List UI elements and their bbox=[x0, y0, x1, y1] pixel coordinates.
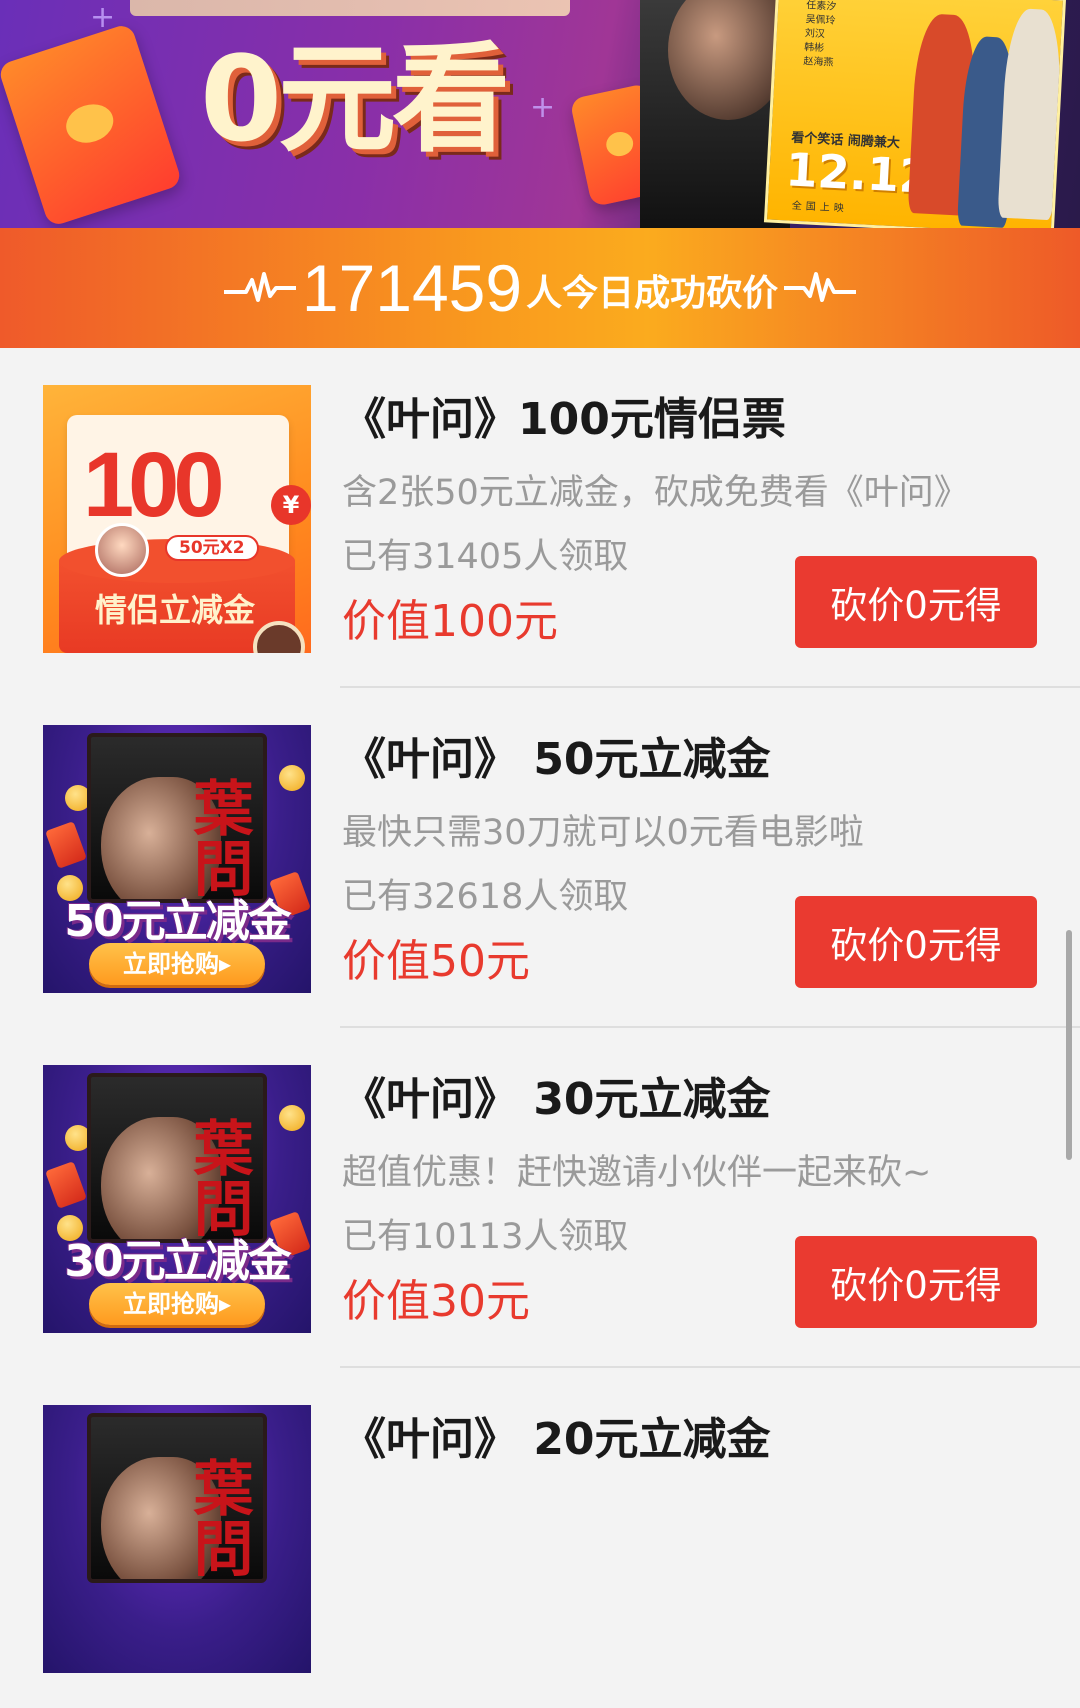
poster-calligraphy: 葉問 bbox=[183, 777, 253, 897]
coupon-amount: 100 bbox=[83, 434, 224, 536]
list-item[interactable]: 葉問 50元立减金 立即抢购▸ 《叶问》 50元立减金 最快只需30刀就可以0元… bbox=[0, 688, 1080, 1028]
item-title: 《叶问》100元情侣票 bbox=[342, 394, 786, 445]
ipman-poster: 葉問 bbox=[87, 1413, 267, 1583]
promo-banner[interactable]: + + 0元看 任素汐 吴佩玲 刘汉 韩彬 赵海燕 看个笑话 闹腾兼大 12.1… bbox=[0, 0, 1080, 228]
bargain-button[interactable]: 砍价0元得 bbox=[795, 896, 1037, 988]
couple-coupon-thumbnail[interactable]: 100 ¥ 50元X2 情侣立减金 bbox=[43, 385, 311, 653]
bargain-button[interactable]: 砍价0元得 bbox=[795, 1236, 1037, 1328]
item-description: 含2张50元立减金，砍成免费看《叶问》 bbox=[342, 473, 969, 513]
coin-icon bbox=[279, 765, 305, 791]
item-title: 《叶问》 50元立减金 bbox=[342, 734, 771, 785]
sparkle-icon: + bbox=[530, 90, 556, 125]
bargain-counter-strip: 171459 人今日成功砍价 bbox=[0, 228, 1080, 348]
list-item[interactable]: 100 ¥ 50元X2 情侣立减金 《叶问》100元情侣票 含2张50元立减金，… bbox=[0, 348, 1080, 688]
item-title: 《叶问》 20元立减金 bbox=[342, 1414, 771, 1465]
poster-cast-names: 任素汐 吴佩玲 刘汉 韩彬 赵海燕 bbox=[803, 0, 837, 69]
pulse-icon bbox=[784, 272, 857, 302]
list-item[interactable]: 葉問 30元立减金 立即抢购▸ 《叶问》 30元立减金 超值优惠！赶快邀请小伙伴… bbox=[0, 1028, 1080, 1368]
item-description: 最快只需30刀就可以0元看电影啦 bbox=[342, 813, 864, 853]
red-envelope-icon bbox=[45, 821, 87, 869]
movie-poster-comedy: 任素汐 吴佩玲 刘汉 韩彬 赵海燕 看个笑话 闹腾兼大 12.12 全国上映 bbox=[763, 0, 1067, 228]
coupon-label: 50元立减金 bbox=[64, 896, 291, 947]
bargain-button[interactable]: 砍价0元得 bbox=[795, 556, 1037, 648]
item-description: 超值优惠！赶快邀请小伙伴一起来砍~ bbox=[342, 1153, 932, 1193]
item-claimed-count: 已有31405人领取 bbox=[342, 537, 629, 577]
poster-release: 全国上映 bbox=[791, 200, 849, 215]
poster-people-illustration bbox=[887, 0, 1066, 228]
yen-icon: ¥ bbox=[271, 485, 311, 525]
item-value: 价值50元 bbox=[342, 936, 530, 987]
item-value: 价值30元 bbox=[342, 1276, 530, 1327]
coupon-label: 30元立减金 bbox=[64, 1236, 291, 1287]
poster-calligraphy: 葉問 bbox=[183, 1117, 253, 1237]
bargain-count-label: 人今日成功砍价 bbox=[526, 273, 779, 314]
item-claimed-count: 已有10113人领取 bbox=[342, 1217, 629, 1257]
grab-now-button[interactable]: 立即抢购▸ bbox=[89, 943, 265, 985]
ipman-poster: 葉問 bbox=[87, 1073, 267, 1243]
item-value: 价值100元 bbox=[342, 596, 558, 647]
coin-icon bbox=[279, 1105, 305, 1131]
discount-coupon-thumbnail[interactable]: 葉問 30元立减金 立即抢购▸ bbox=[43, 1065, 311, 1333]
list-item[interactable]: 葉問 《叶问》 20元立减金 bbox=[0, 1368, 1080, 1708]
bargain-count: 171459 bbox=[301, 251, 523, 325]
scrollbar[interactable] bbox=[1066, 930, 1072, 1160]
grab-now-button[interactable]: 立即抢购▸ bbox=[89, 1283, 265, 1325]
item-title: 《叶问》 30元立减金 bbox=[342, 1074, 771, 1125]
couple-avatar-icon bbox=[95, 523, 149, 577]
item-claimed-count: 已有32618人领取 bbox=[342, 877, 629, 917]
poster-calligraphy: 葉問 bbox=[183, 1457, 253, 1577]
banner-headline-top-fragment bbox=[130, 0, 570, 16]
banner-headline: 0元看 bbox=[200, 30, 510, 168]
coupon-label: 情侣立减金 bbox=[95, 591, 256, 629]
ipman-poster: 葉問 bbox=[87, 733, 267, 903]
discount-coupon-thumbnail[interactable]: 葉問 bbox=[43, 1405, 311, 1673]
coupon-list: 100 ¥ 50元X2 情侣立减金 《叶问》100元情侣票 含2张50元立减金，… bbox=[0, 348, 1080, 1708]
sparkle-icon: + bbox=[90, 0, 116, 35]
discount-coupon-thumbnail[interactable]: 葉問 50元立减金 立即抢购▸ bbox=[43, 725, 311, 993]
red-envelope-icon bbox=[0, 22, 183, 228]
coupon-pill: 50元X2 bbox=[165, 535, 259, 561]
pulse-icon bbox=[223, 272, 296, 302]
red-envelope-icon bbox=[45, 1161, 87, 1209]
